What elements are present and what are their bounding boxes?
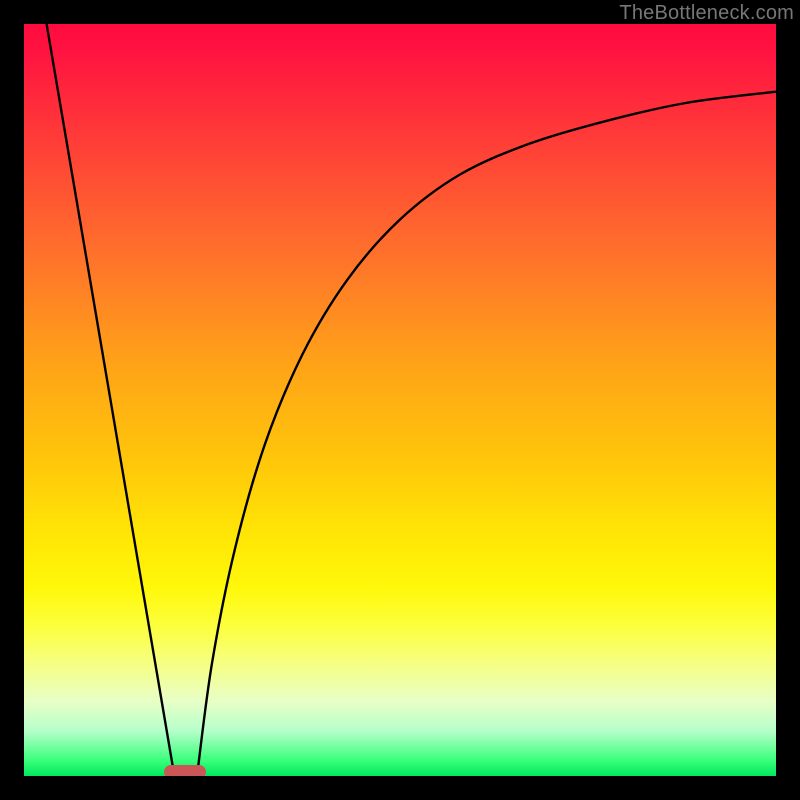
watermark-text: TheBottleneck.com [619,2,794,25]
bottleneck-marker [164,765,206,776]
plot-area [24,24,776,776]
outer-frame: TheBottleneck.com [0,0,800,800]
right-curve [197,92,776,776]
curve-layer [24,24,776,776]
left-line [47,24,175,776]
